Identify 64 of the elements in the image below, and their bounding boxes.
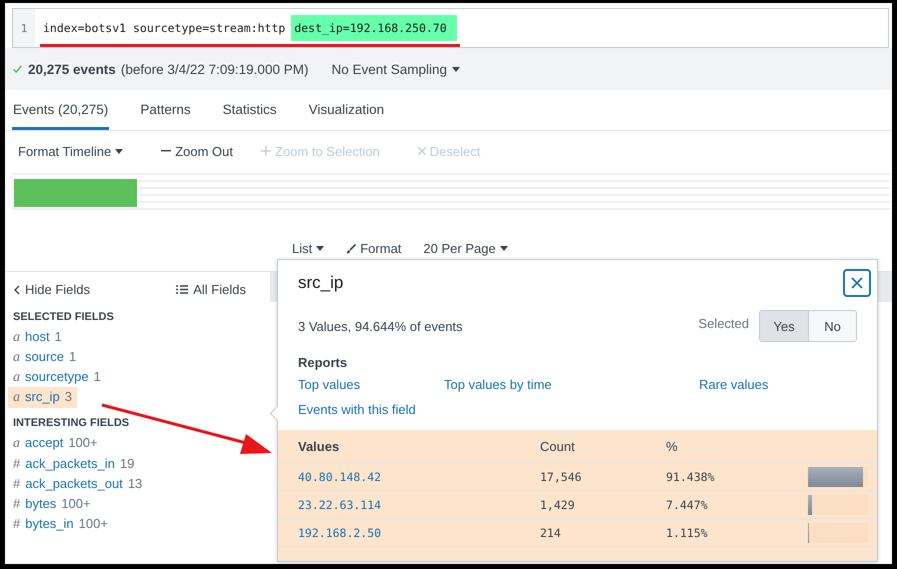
column-header: Values [298,438,340,454]
plus-icon [261,146,271,156]
report-link[interactable]: Top values [298,377,360,392]
field-item[interactable]: a src_ip 3 [8,386,77,408]
field-item[interactable]: a source 1 [8,346,82,368]
table-cell-text: 17,546 [540,470,583,484]
timeline-dropdown[interactable]: Format Timeline [18,144,124,158]
section-heading: INTERESTING FIELDS [12,417,130,429]
field-item[interactable]: # ack_packets_in 19 [8,454,140,472]
highlighted-query-text: dest_ip=192.168.250.70 [291,15,457,41]
toggle-option[interactable]: Yes [760,311,808,341]
dropdown-button[interactable]: 20 Per Page [423,241,508,256]
close-icon [418,147,426,155]
report-link[interactable]: Rare values [699,377,768,392]
field-item[interactable]: # bytes 100+ [8,494,96,512]
column-header: Count [540,438,576,454]
value-link[interactable]: 40.80.148.42 [298,470,540,484]
search-field[interactable]: 1 index=botsv1 sourcetype=stream:http dest_ip=192.168.250.70 [12,8,889,48]
format-button[interactable]: Format [346,241,402,256]
list-icon [176,285,188,294]
caret-icon [316,246,324,251]
table-cell-text: 214 [540,526,562,540]
line-number: 1 [13,9,35,47]
value-link[interactable]: 23.22.63.114 [298,498,540,512]
popup-title: src_ip [298,273,344,293]
all-fields-button[interactable]: All Fields [176,282,246,297]
reports-heading: Reports [297,354,348,370]
dropdown-button[interactable]: List [292,241,324,256]
tab[interactable]: Visualization [294,90,400,130]
minus-icon [161,150,172,152]
timeline-button[interactable]: Zoom Out [161,144,233,158]
check-icon [13,65,22,73]
close-button[interactable] [843,269,871,297]
column-header: % [666,438,679,454]
field-item[interactable]: # bytes_in 100+ [8,514,113,532]
table-cell-text: 91.438% [666,470,716,484]
hide-fields-button[interactable]: Hide Fields [14,282,90,297]
sampling-dropdown[interactable]: No Event Sampling [331,62,460,76]
event-count: 20,275 events [28,62,116,76]
values-summary: 3 Values, 94.644% of events [298,318,463,334]
tab[interactable]: Statistics [208,90,292,130]
brush-icon [346,244,356,254]
report-link[interactable]: Events with this field [298,402,416,417]
chevron-left-icon [14,284,20,294]
table-cell-text: 1,429 [540,498,576,512]
tab[interactable]: Patterns [125,90,206,130]
section-heading: SELECTED FIELDS [12,311,115,323]
field-item[interactable]: a accept 100+ [8,432,103,454]
value-link[interactable]: 192.168.2.50 [298,526,540,540]
report-link[interactable]: Top values by time [444,377,552,392]
toggle-option[interactable]: No [808,311,856,341]
table-cell-text: 1.115% [666,526,709,540]
field-item[interactable]: a host 1 [8,326,67,348]
caret-icon [452,66,460,72]
selected-label: Selected [698,316,749,330]
field-item[interactable]: a sourcetype 1 [8,366,106,388]
query-text: index=botsv1 sourcetype=stream:http [43,21,286,35]
caret-icon [115,148,124,154]
table-cell-text: 7.447% [666,498,709,512]
caret-icon [500,246,508,251]
field-item[interactable]: # ack_packets_out 13 [8,474,148,492]
tab[interactable]: Events (20,275) [12,90,110,130]
close-icon [851,277,863,289]
time-range: (before 3/4/22 7:09:19.000 PM) [120,62,308,76]
